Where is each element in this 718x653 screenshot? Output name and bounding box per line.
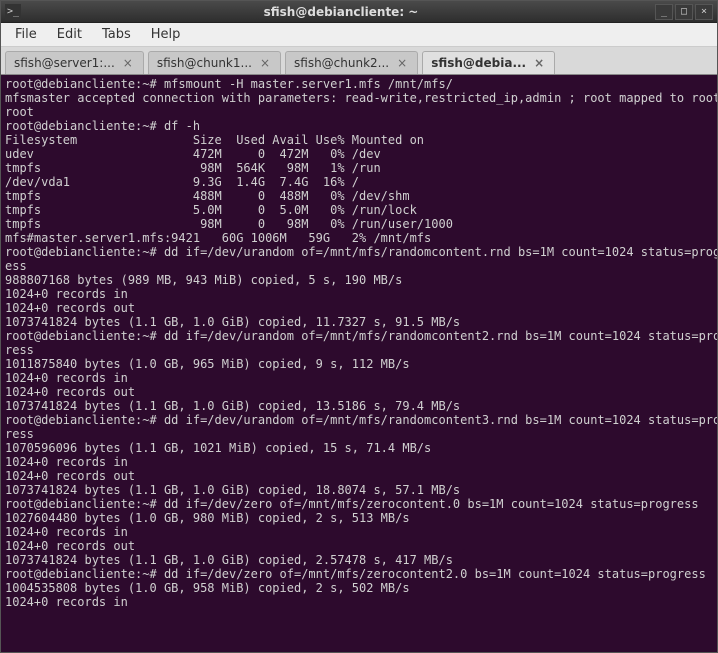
minimize-button[interactable]: _ <box>655 4 673 20</box>
terminal-line: 1024+0 records in <box>5 287 713 301</box>
terminal-line: 1024+0 records out <box>5 385 713 399</box>
terminal-line: 1073741824 bytes (1.1 GB, 1.0 GiB) copie… <box>5 315 713 329</box>
tab-chunk2[interactable]: sfish@chunk2... × <box>285 51 418 74</box>
close-icon[interactable]: × <box>395 56 409 70</box>
terminal-line: 1024+0 records out <box>5 301 713 315</box>
tab-label: sfish@chunk1... <box>157 56 252 70</box>
close-icon[interactable]: × <box>532 56 546 70</box>
close-button[interactable]: × <box>695 4 713 20</box>
terminal-line: /dev/vda1 9.3G 1.4G 7.4G 16% / <box>5 175 713 189</box>
terminal-line: ess <box>5 259 713 273</box>
terminal-line: tmpfs 488M 0 488M 0% /dev/shm <box>5 189 713 203</box>
terminal-line: 1073741824 bytes (1.1 GB, 1.0 GiB) copie… <box>5 399 713 413</box>
terminal-line: 1024+0 records in <box>5 595 713 609</box>
tab-debiancliente[interactable]: sfish@debia... × <box>422 51 555 74</box>
terminal-line: 988807168 bytes (989 MB, 943 MiB) copied… <box>5 273 713 287</box>
terminal-line: 1024+0 records in <box>5 455 713 469</box>
terminal-line: 1024+0 records out <box>5 539 713 553</box>
app-window: >_ sfish@debiancliente: ~ _ □ × File Edi… <box>0 0 718 653</box>
titlebar: >_ sfish@debiancliente: ~ _ □ × <box>1 1 717 23</box>
terminal-line: tmpfs 5.0M 0 5.0M 0% /run/lock <box>5 203 713 217</box>
terminal-line: 1011875840 bytes (1.0 GB, 965 MiB) copie… <box>5 357 713 371</box>
window-controls: _ □ × <box>655 4 713 20</box>
terminal-line: 1024+0 records in <box>5 525 713 539</box>
terminal-line: udev 472M 0 472M 0% /dev <box>5 147 713 161</box>
tab-label: sfish@debia... <box>431 56 526 70</box>
terminal-line: 1024+0 records out <box>5 469 713 483</box>
terminal-line: 1070596096 bytes (1.1 GB, 1021 MiB) copi… <box>5 441 713 455</box>
terminal-line: 1004535808 bytes (1.0 GB, 958 MiB) copie… <box>5 581 713 595</box>
terminal-line: root@debiancliente:~# mfsmount -H master… <box>5 77 713 91</box>
app-icon: >_ <box>5 4 21 20</box>
terminal-line: 1073741824 bytes (1.1 GB, 1.0 GiB) copie… <box>5 483 713 497</box>
terminal-line: Filesystem Size Used Avail Use% Mounted … <box>5 133 713 147</box>
tabbar: sfish@server1:... × sfish@chunk1... × sf… <box>1 47 717 75</box>
terminal-line: 1073741824 bytes (1.1 GB, 1.0 GiB) copie… <box>5 553 713 567</box>
terminal-line: root@debiancliente:~# dd if=/dev/urandom… <box>5 329 713 343</box>
terminal-line: 1024+0 records in <box>5 371 713 385</box>
menu-help[interactable]: Help <box>141 24 191 45</box>
tab-label: sfish@chunk2... <box>294 56 389 70</box>
terminal-line: root@debiancliente:~# dd if=/dev/zero of… <box>5 567 713 581</box>
maximize-button[interactable]: □ <box>675 4 693 20</box>
menu-file[interactable]: File <box>5 24 47 45</box>
terminal-line: mfsmaster accepted connection with param… <box>5 91 713 105</box>
terminal-line: mfs#master.server1.mfs:9421 60G 1006M 59… <box>5 231 713 245</box>
terminal-line: root@debiancliente:~# dd if=/dev/zero of… <box>5 497 713 511</box>
terminal-line: root@debiancliente:~# dd if=/dev/urandom… <box>5 245 713 259</box>
tab-chunk1[interactable]: sfish@chunk1... × <box>148 51 281 74</box>
close-icon[interactable]: × <box>258 56 272 70</box>
window-title: sfish@debiancliente: ~ <box>27 5 655 19</box>
terminal-line: root@debiancliente:~# dd if=/dev/urandom… <box>5 413 713 427</box>
tab-server1[interactable]: sfish@server1:... × <box>5 51 144 74</box>
tab-label: sfish@server1:... <box>14 56 115 70</box>
terminal-line: 1027604480 bytes (1.0 GB, 980 MiB) copie… <box>5 511 713 525</box>
terminal-line: tmpfs 98M 564K 98M 1% /run <box>5 161 713 175</box>
menu-edit[interactable]: Edit <box>47 24 92 45</box>
close-icon[interactable]: × <box>121 56 135 70</box>
terminal-output[interactable]: root@debiancliente:~# mfsmount -H master… <box>1 75 717 652</box>
terminal-line: ress <box>5 343 713 357</box>
menubar: File Edit Tabs Help <box>1 23 717 47</box>
menu-tabs[interactable]: Tabs <box>92 24 141 45</box>
terminal-line: root <box>5 105 713 119</box>
terminal-line: root@debiancliente:~# df -h <box>5 119 713 133</box>
terminal-line: ress <box>5 427 713 441</box>
terminal-line: tmpfs 98M 0 98M 0% /run/user/1000 <box>5 217 713 231</box>
